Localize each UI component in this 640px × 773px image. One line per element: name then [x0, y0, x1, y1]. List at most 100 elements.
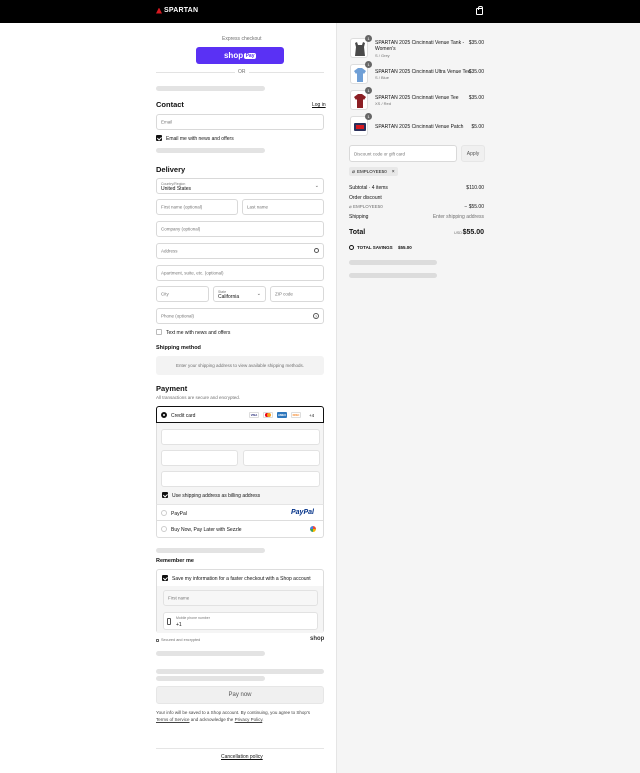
shop-pay-button[interactable]: shop Pay: [196, 47, 284, 64]
billing-address-checkbox[interactable]: [162, 492, 168, 498]
order-discount-code: ⌀ EMPLOYEE50: [349, 204, 383, 210]
card-number-field[interactable]: [161, 429, 320, 445]
sezzle-radio[interactable]: [161, 526, 167, 532]
first-name-field[interactable]: First name (optional): [156, 199, 238, 215]
first-name-placeholder: First name (optional): [161, 204, 203, 210]
footer-divider: [156, 748, 324, 749]
item-price: $35.00: [468, 69, 484, 75]
help-icon[interactable]: ?: [313, 313, 319, 319]
item-title-line-2: Women's: [375, 46, 396, 52]
amex-icon: AMEX: [277, 412, 287, 418]
paypal-label: PayPal: [171, 511, 187, 517]
zip-placeholder: ZIP code: [275, 291, 293, 297]
shop-logo: shop: [310, 636, 325, 642]
item-price: $35.00: [468, 40, 484, 46]
last-name-field[interactable]: Last name: [242, 199, 324, 215]
spartan-helmet-icon: [156, 7, 162, 14]
total-savings-value: $55.00: [398, 245, 412, 250]
save-info-checkbox[interactable]: [162, 575, 168, 581]
quantity-badge: 1: [365, 35, 372, 42]
company-field[interactable]: Company (optional): [156, 221, 324, 237]
shop-pay-label: shop: [223, 51, 244, 60]
sezzle-option[interactable]: Buy Now, Pay Later with Sezzle: [156, 521, 324, 538]
card-name-field[interactable]: [161, 471, 320, 487]
remember-me-heading: Remember me: [156, 558, 194, 564]
item-variant: XS / Red: [375, 101, 392, 106]
paypal-radio[interactable]: [161, 510, 167, 516]
item-title: SPARTAN 2025 Cincinnati Venue Patch: [375, 124, 464, 130]
tshirt-icon: [354, 68, 366, 82]
email-news-checkbox[interactable]: [156, 135, 162, 141]
legal-text-part: Your info will be saved to a Shop accoun…: [156, 710, 311, 715]
shopping-bag-icon[interactable]: [476, 6, 483, 15]
login-link[interactable]: Log in: [312, 102, 326, 108]
more-cards-count: +4: [309, 413, 315, 418]
credit-card-radio[interactable]: [161, 412, 167, 418]
terms-link[interactable]: Terms of Service: [156, 717, 190, 722]
card-details-panel: Use shipping address as billing address: [156, 423, 324, 504]
shipping-method-heading: Shipping method: [156, 345, 201, 351]
header-bar: SPARTAN: [0, 0, 640, 23]
card-expiry-field[interactable]: [161, 450, 238, 466]
total-value: $55.00: [462, 229, 484, 236]
discount-tag-code: EMPLOYEE50: [357, 169, 387, 174]
order-summary-panel: [336, 23, 640, 773]
quantity-badge: 1: [365, 61, 372, 68]
pay-now-button[interactable]: Pay now: [156, 686, 324, 704]
quantity-badge: 1: [365, 113, 372, 120]
email-placeholder: Email: [161, 119, 173, 125]
city-placeholder: City: [161, 291, 169, 297]
brand-logo[interactable]: SPARTAN: [156, 7, 198, 14]
shop-phone-label: Mobile phone number: [176, 616, 210, 620]
shipping-notice: Enter your shipping address to view avai…: [156, 356, 324, 375]
apply-discount-button[interactable]: Apply: [461, 145, 485, 162]
discount-code-field[interactable]: Discount code or gift card: [349, 145, 457, 162]
contact-heading: Contact: [156, 100, 184, 109]
shipping-label: Shipping: [349, 214, 369, 220]
payment-heading: Payment: [156, 384, 188, 393]
phone-field[interactable]: Phone (optional) ?: [156, 308, 324, 324]
order-discount-code-text: EMPLOYEE50: [352, 204, 383, 209]
remove-discount-icon[interactable]: ×: [392, 169, 395, 175]
paypal-option[interactable]: PayPal PayPal: [156, 504, 324, 521]
brand-name: SPARTAN: [164, 7, 199, 14]
order-discount-value: − $55.00: [464, 204, 484, 210]
card-cvv-field[interactable]: [243, 450, 320, 466]
country-value: United States: [161, 186, 192, 192]
mobile-phone-icon: [167, 618, 171, 625]
country-select[interactable]: Country/Region United States ⌄: [156, 178, 324, 194]
privacy-link[interactable]: Privacy Policy: [235, 717, 263, 722]
shop-phone-field[interactable]: Mobile phone number +1: [163, 612, 318, 630]
quantity-badge: 1: [365, 87, 372, 94]
phone-placeholder: Phone (optional): [161, 313, 195, 319]
apartment-field[interactable]: Apartment, suite, etc. (optional): [156, 265, 324, 281]
billing-address-label: Use shipping address as billing address: [172, 493, 261, 499]
cancellation-policy-link[interactable]: Cancellation policy: [221, 754, 263, 760]
text-news-checkbox[interactable]: [156, 329, 162, 335]
loading-placeholder: [156, 148, 265, 153]
loading-placeholder: [349, 260, 437, 265]
order-discount-label: Order discount: [349, 195, 382, 201]
sezzle-icon: [310, 526, 316, 532]
patch-icon: [354, 123, 366, 131]
sezzle-label: Buy Now, Pay Later with Sezzle: [171, 527, 242, 533]
shop-first-name-field[interactable]: First name: [163, 590, 318, 606]
email-field[interactable]: Email: [156, 114, 324, 130]
mastercard-icon: [263, 412, 273, 418]
city-field[interactable]: City: [156, 286, 209, 302]
subtotal-value: $110.00: [466, 185, 484, 191]
shipping-notice-text: Enter your shipping address to view avai…: [175, 363, 305, 368]
loading-placeholder: [156, 669, 324, 674]
loading-placeholder: [156, 676, 265, 681]
zip-field[interactable]: ZIP code: [270, 286, 324, 302]
discount-tag: ⌀ EMPLOYEE50 ×: [349, 167, 398, 176]
remember-me-panel: Save my information for a faster checkou…: [156, 569, 324, 633]
tshirt-icon: [354, 94, 366, 108]
delivery-heading: Delivery: [156, 165, 186, 174]
discover-icon: DISC: [291, 412, 301, 418]
email-news-label: Email me with news and offers: [166, 136, 234, 142]
credit-card-option[interactable]: Credit card VISA AMEX DISC +4: [156, 406, 324, 423]
total-savings-label: TOTAL SAVINGS: [357, 245, 393, 250]
state-select[interactable]: State California ⌄: [213, 286, 266, 302]
address-field[interactable]: Address: [156, 243, 324, 259]
